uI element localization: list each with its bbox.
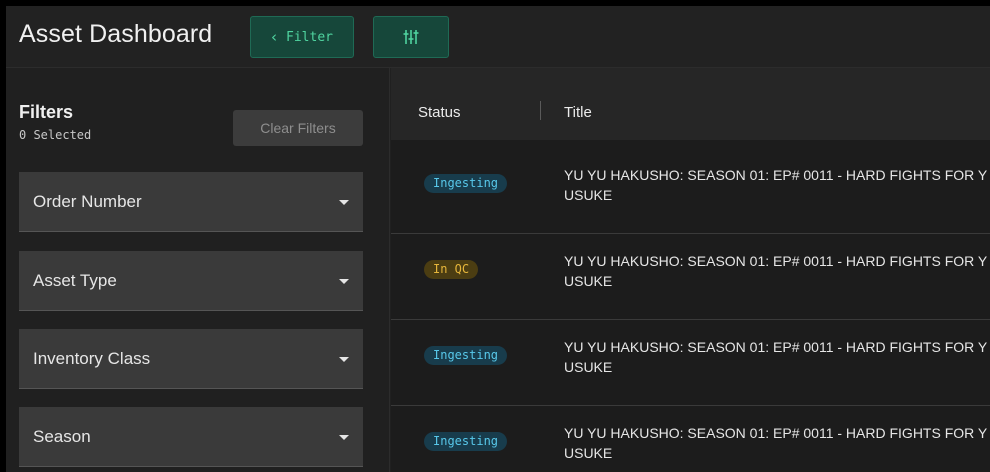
asset-table: Status Title Ingesting YU YU HAKUSHO: SE… bbox=[391, 68, 990, 472]
dropdown-label: Asset Type bbox=[33, 270, 117, 290]
asset-title: YU YU HAKUSHO: SEASON 01: EP# 0011 - HAR… bbox=[564, 339, 988, 375]
clear-filters-button[interactable]: Clear Filters bbox=[233, 110, 363, 146]
status-badge: Ingesting bbox=[424, 346, 508, 365]
dropdown-label: Inventory Class bbox=[33, 348, 151, 368]
asset-title: YU YU HAKUSHO: SEASON 01: EP# 0011 - HAR… bbox=[564, 167, 988, 203]
status-badge: Ingesting bbox=[424, 174, 508, 193]
asset-title: YU YU HAKUSHO: SEASON 01: EP# 0011 - HAR… bbox=[564, 253, 988, 289]
app-window: Asset Dashboard ‹ Filter Filters 0 Selec… bbox=[6, 6, 990, 472]
filter-button-label: Filter bbox=[286, 29, 333, 45]
table-row[interactable]: Ingesting YU YU HAKUSHO: SEASON 01: EP# … bbox=[391, 320, 990, 406]
filters-heading: Filters bbox=[19, 102, 74, 122]
inventory-class-dropdown[interactable]: Inventory Class bbox=[19, 329, 363, 389]
status-badge: In QC bbox=[424, 260, 479, 279]
table-row[interactable]: Ingesting YU YU HAKUSHO: SEASON 01: EP# … bbox=[391, 148, 990, 234]
selected-count: 0 Selected bbox=[19, 128, 92, 142]
filter-settings-button[interactable] bbox=[373, 16, 449, 58]
caret-down-icon bbox=[339, 200, 349, 205]
page-title: Asset Dashboard bbox=[19, 20, 213, 48]
asset-type-dropdown[interactable]: Asset Type bbox=[19, 251, 363, 311]
caret-down-icon bbox=[339, 435, 349, 440]
order-number-dropdown[interactable]: Order Number bbox=[19, 172, 363, 232]
caret-down-icon bbox=[339, 357, 349, 362]
table-header: Status Title bbox=[391, 68, 990, 140]
column-divider bbox=[540, 101, 541, 120]
top-bar: Asset Dashboard ‹ Filter bbox=[6, 6, 990, 68]
filter-toggle-button[interactable]: ‹ Filter bbox=[250, 16, 354, 58]
dropdown-label: Order Number bbox=[33, 191, 142, 211]
chevron-left-icon: ‹ bbox=[271, 28, 278, 46]
asset-title: YU YU HAKUSHO: SEASON 01: EP# 0011 - HAR… bbox=[564, 425, 988, 461]
season-dropdown[interactable]: Season bbox=[19, 407, 363, 467]
status-badge: Ingesting bbox=[424, 432, 508, 451]
column-header-status[interactable]: Status bbox=[418, 104, 461, 121]
column-header-title[interactable]: Title bbox=[564, 104, 592, 121]
caret-down-icon bbox=[339, 279, 349, 284]
dropdown-label: Season bbox=[33, 426, 91, 446]
table-row[interactable]: In QC YU YU HAKUSHO: SEASON 01: EP# 0011… bbox=[391, 234, 990, 320]
filter-sidebar: Filters 0 Selected Clear Filters Order N… bbox=[6, 68, 390, 472]
sliders-icon bbox=[403, 30, 419, 44]
table-row[interactable]: Ingesting YU YU HAKUSHO: SEASON 01: EP# … bbox=[391, 406, 990, 472]
